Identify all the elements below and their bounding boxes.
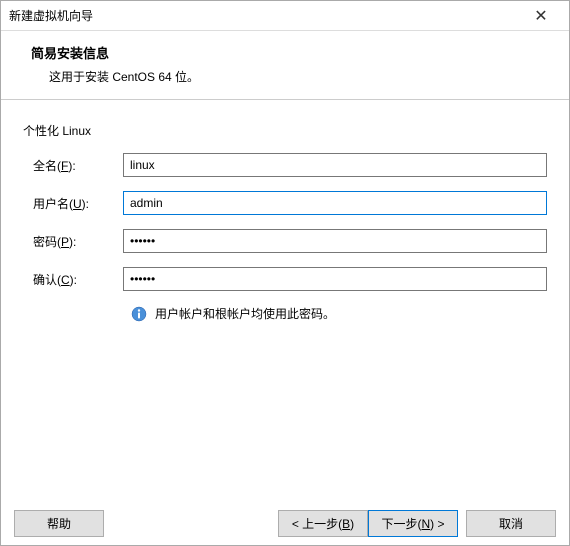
titlebar: 新建虚拟机向导 ✕: [1, 1, 569, 31]
password-row: 密码(P):: [23, 229, 547, 253]
window-title: 新建虚拟机向导: [9, 7, 521, 24]
info-text: 用户帐户和根帐户均使用此密码。: [155, 305, 335, 322]
header-subtitle: 这用于安装 CentOS 64 位。: [49, 68, 549, 85]
back-button[interactable]: < 上一步(B): [278, 510, 368, 537]
info-row: 用户帐户和根帐户均使用此密码。: [131, 305, 547, 322]
confirm-input[interactable]: [123, 267, 547, 291]
username-label: 用户名(U):: [23, 195, 123, 212]
close-icon: ✕: [534, 6, 547, 26]
help-button[interactable]: 帮助: [14, 510, 104, 537]
content-area: 个性化 Linux 全名(F): 用户名(U): 密码(P): 确认(C):: [1, 100, 569, 332]
fullname-label: 全名(F):: [23, 157, 123, 174]
fullname-input[interactable]: [123, 153, 547, 177]
confirm-label: 确认(C):: [23, 271, 123, 288]
confirm-row: 确认(C):: [23, 267, 547, 291]
next-button[interactable]: 下一步(N) >: [368, 510, 458, 537]
cancel-button[interactable]: 取消: [466, 510, 556, 537]
username-input[interactable]: [123, 191, 547, 215]
username-row: 用户名(U):: [23, 191, 547, 215]
button-bar: 帮助 < 上一步(B) 下一步(N) > 取消: [0, 500, 570, 546]
password-input[interactable]: [123, 229, 547, 253]
close-button[interactable]: ✕: [521, 4, 561, 28]
header-title: 简易安装信息: [31, 43, 549, 62]
info-icon: [131, 306, 147, 322]
section-label: 个性化 Linux: [23, 122, 547, 139]
fullname-row: 全名(F):: [23, 153, 547, 177]
password-label: 密码(P):: [23, 233, 123, 250]
wizard-header: 简易安装信息 这用于安装 CentOS 64 位。: [1, 31, 569, 100]
